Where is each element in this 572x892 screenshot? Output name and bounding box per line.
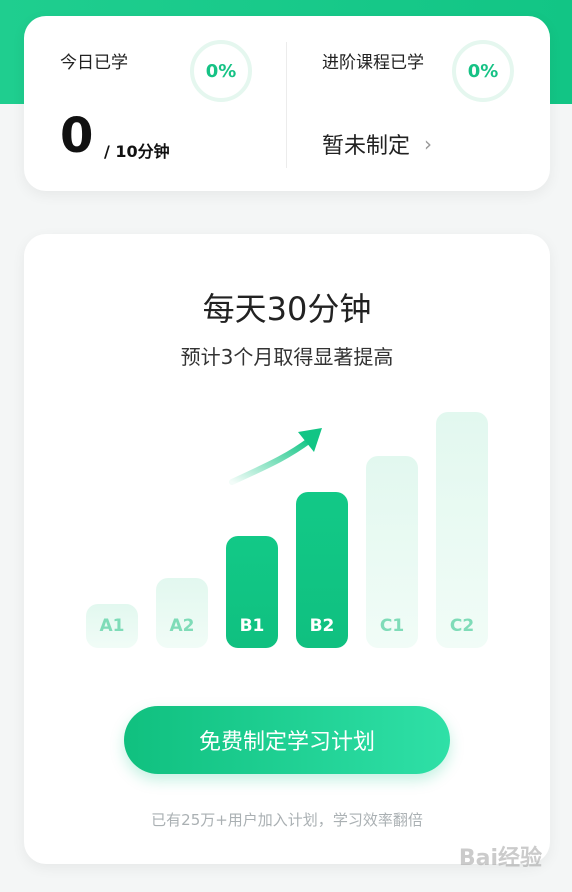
level-bar-c1: C1 bbox=[366, 456, 418, 648]
plan-subline: 预计3个月取得显著提高 bbox=[180, 345, 394, 369]
arrow-up-icon bbox=[229, 428, 322, 485]
level-label: B1 bbox=[239, 616, 265, 636]
plan-headline: 每天30分钟 bbox=[202, 290, 372, 328]
advanced-progress-ring: 0% bbox=[452, 40, 514, 102]
divider bbox=[286, 42, 287, 168]
today-percent: 0% bbox=[205, 60, 237, 82]
today-label: 今日已学 bbox=[60, 53, 128, 73]
level-label: A2 bbox=[169, 616, 195, 636]
watermark: Bai经验 bbox=[458, 846, 542, 871]
level-bar-a1: A1 bbox=[86, 604, 138, 648]
level-bar-b1: B1 bbox=[226, 536, 278, 648]
plan-card: 每天30分钟 预计3个月取得显著提高 A1 A2 B1 B2 C1 C2 免费制… bbox=[24, 234, 550, 864]
level-label: B2 bbox=[309, 616, 335, 636]
create-plan-button[interactable]: 免费制定学习计划 bbox=[124, 706, 450, 774]
plan-footnote: 已有25万+用户加入计划，学习效率翻倍 bbox=[151, 811, 423, 829]
advanced-status: 暂未制定 bbox=[322, 134, 411, 159]
level-bar-a2: A2 bbox=[156, 578, 208, 648]
advanced-percent: 0% bbox=[467, 60, 499, 82]
today-progress-ring: 0% bbox=[190, 40, 252, 102]
today-goal: / 10分钟 bbox=[104, 142, 170, 161]
today-minutes: 0 bbox=[60, 108, 94, 164]
level-label: A1 bbox=[99, 616, 125, 636]
level-label: C2 bbox=[449, 616, 475, 636]
level-label: C1 bbox=[379, 616, 405, 636]
stats-card: 今日已学 0% 0 / 10分钟 进阶课程已学 0% 暂未制定 › bbox=[24, 16, 550, 191]
level-bar-b2: B2 bbox=[296, 492, 348, 648]
advanced-status-link[interactable]: 暂未制定 › bbox=[322, 128, 432, 160]
advanced-label: 进阶课程已学 bbox=[322, 53, 424, 73]
chevron-right-icon: › bbox=[424, 132, 433, 156]
level-bar-c2: C2 bbox=[436, 412, 488, 648]
create-plan-button-label: 免费制定学习计划 bbox=[198, 730, 375, 755]
